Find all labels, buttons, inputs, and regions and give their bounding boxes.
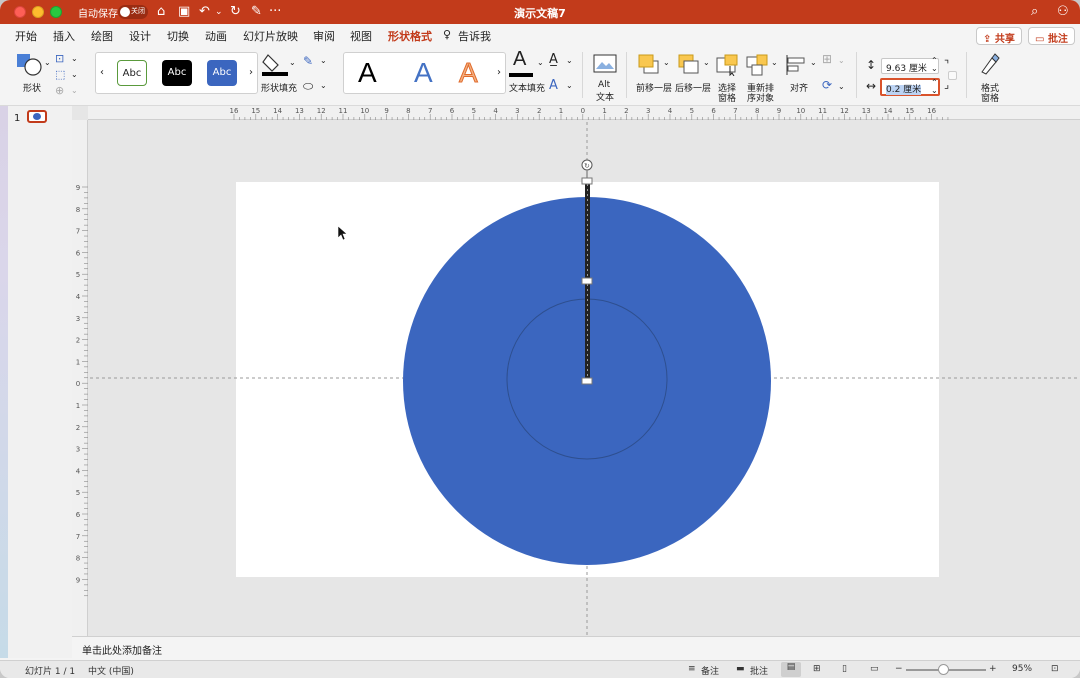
resize-handle-middle[interactable] <box>581 277 593 285</box>
zoom-out-icon[interactable]: − <box>895 664 903 674</box>
resize-handle-bottom[interactable] <box>581 377 593 385</box>
zoom-slider-thumb[interactable] <box>938 664 949 675</box>
slideshow-icon[interactable]: ▭ <box>870 664 879 674</box>
notes-toggle-icon[interactable]: ≡ <box>688 664 696 674</box>
zoom-level[interactable]: 95% <box>1012 664 1032 674</box>
resize-handle-top[interactable] <box>581 177 593 185</box>
normal-view-icon: ▤ <box>786 662 796 672</box>
slide-count: 幻灯片 1 / 1 <box>25 667 76 677</box>
language[interactable]: 中文 (中国) <box>88 664 134 677</box>
status-bar: 幻灯片 1 / 1 中文 (中国) ≡ 备注 ▬ 批注 ▤ ⊞ ▯ ▭ − + … <box>0 660 1080 678</box>
fit-to-window-icon[interactable]: ⊡ <box>1051 664 1059 674</box>
comments-toggle-icon[interactable]: ▬ <box>736 664 745 674</box>
mouse-cursor-icon <box>337 225 348 241</box>
slide-sorter-icon[interactable]: ⊞ <box>813 664 821 674</box>
rotate-glyph-icon: ↻ <box>584 162 590 170</box>
comments-toggle-label[interactable]: 批注 <box>750 664 768 677</box>
reading-view-icon[interactable]: ▯ <box>842 664 847 674</box>
powerpoint-window: 自动保存 关闭 ⌂ ▣ ↶ ⌄ ↻ ✎ ··· 演示文稿7 ⌕ ⚇ 开始 插入 … <box>0 0 1080 678</box>
notes-toggle-label[interactable]: 备注 <box>701 664 719 677</box>
normal-view-button[interactable]: ▤ <box>781 662 801 677</box>
notes-placeholder: 单击此处添加备注 <box>82 646 162 657</box>
slide-objects-layer: ↻ <box>90 122 1080 636</box>
notes-pane[interactable]: 单击此处添加备注 <box>72 636 1080 660</box>
zoom-in-icon[interactable]: + <box>989 664 997 674</box>
